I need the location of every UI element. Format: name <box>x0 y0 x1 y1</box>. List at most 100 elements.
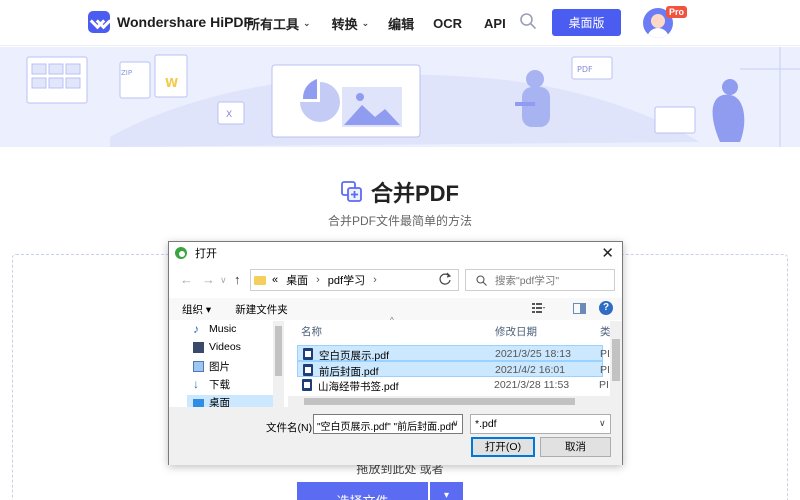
app-icon <box>175 247 187 259</box>
file-row[interactable]: 前后封面.pdf 2021/4/2 16:01 PI <box>297 361 610 378</box>
back-arrow-icon[interactable]: ← <box>180 272 193 287</box>
logo[interactable]: Wondershare HiPDF <box>88 11 252 33</box>
pdf-file-icon <box>302 379 312 391</box>
up-arrow-icon[interactable]: ↑ <box>234 272 241 287</box>
breadcrumb-desktop[interactable]: 桌面 <box>286 272 308 288</box>
pdf-file-icon <box>303 348 313 360</box>
chevron-down-icon[interactable]: ∨ <box>599 418 606 429</box>
main-nav: 所有工具 ⌄ 转换 ⌄ 编辑 OCR API <box>247 14 506 33</box>
banner-illustration: ZIP W X PDF <box>26 47 800 147</box>
music-icon: ♪ <box>193 321 199 336</box>
close-icon[interactable]: ✕ <box>601 244 614 262</box>
filetype-select[interactable]: *.pdf <box>470 414 611 434</box>
dialog-titlebar[interactable]: 打开 ✕ <box>169 242 622 264</box>
page-subtitle: 合并PDF文件最简单的方法 <box>327 214 472 228</box>
open-file-dialog: 打开 ✕ ← → ∨ ↑ « 桌面 › pdf学习 › 搜索"pdf学习" 组织… <box>168 241 623 465</box>
file-date: 2021/3/28 11:53 <box>494 379 570 391</box>
merge-icon <box>341 181 362 202</box>
nav-edit[interactable]: 编辑 <box>388 14 414 33</box>
chevron-down-icon[interactable]: ∨ <box>452 418 459 429</box>
nav-convert[interactable]: 转换 ⌄ <box>332 14 370 33</box>
svg-text:X: X <box>226 110 232 120</box>
view-options-icon[interactable] <box>532 302 546 314</box>
avatar-body <box>647 28 669 38</box>
nav-label: 编辑 <box>388 17 415 32</box>
nav-pane-item-videos[interactable]: Videos <box>193 341 241 353</box>
sort-caret-icon: ^ <box>390 316 394 325</box>
preview-pane-icon[interactable] <box>573 303 586 314</box>
pictures-icon <box>193 361 204 372</box>
desktop-version-button[interactable]: 桌面版 <box>552 9 621 36</box>
filename-label: 文件名(N): <box>266 422 315 434</box>
nav-label: API <box>484 16 506 31</box>
nav-api[interactable]: API <box>484 14 506 33</box>
nav-pane-label: Music <box>209 323 237 335</box>
nav-pane-scroll-thumb[interactable] <box>275 326 282 376</box>
nav-pane-label: 下载 <box>209 379 230 391</box>
file-row[interactable]: 空白页展示.pdf 2021/3/25 18:13 PI <box>297 345 610 362</box>
svg-text:W: W <box>165 76 178 90</box>
pdf-file-icon <box>303 364 313 376</box>
page-title-row: 合并PDF <box>0 176 800 208</box>
pro-badge: Pro <box>666 6 688 18</box>
refresh-icon[interactable] <box>436 271 454 287</box>
file-date: 2021/3/25 18:13 <box>495 348 571 360</box>
select-file-button[interactable]: 选择文件 <box>297 482 428 500</box>
nav-pane-item-pictures[interactable]: 图片 <box>193 359 230 374</box>
file-type: PI <box>600 364 610 376</box>
new-folder-button[interactable]: 新建文件夹 <box>235 302 288 317</box>
breadcrumb-prefix: « <box>272 274 279 286</box>
column-header-name[interactable]: 名称 <box>301 321 322 341</box>
file-list: ^ 名称 修改日期 类 空白页展示.pdf 2021/3/25 18:13 PI… <box>288 316 622 407</box>
logo-mark-icon <box>88 11 110 33</box>
file-date: 2021/4/2 16:01 <box>495 364 566 376</box>
filename-input[interactable]: "空白页展示.pdf" "前后封面.pdf" <box>313 414 463 434</box>
folder-search-input[interactable]: 搜索"pdf学习" <box>465 269 615 291</box>
file-list-vscroll-thumb[interactable] <box>612 339 620 381</box>
folder-icon <box>254 275 266 285</box>
file-row[interactable]: 山海经带书签.pdf 2021/3/28 11:53 PI <box>297 377 609 393</box>
search-placeholder: 搜索"pdf学习" <box>495 274 560 287</box>
nav-label: 转换 <box>331 17 358 32</box>
logo-text: Wondershare HiPDF <box>117 14 253 30</box>
svg-text:ZIP: ZIP <box>121 69 132 77</box>
file-list-hscroll-thumb[interactable] <box>304 398 575 405</box>
organize-menu[interactable]: 组织 ▾ <box>182 302 211 317</box>
page-title: 合并PDF <box>370 181 459 206</box>
breadcrumb-pdf-folder[interactable]: pdf学习 <box>328 272 365 288</box>
help-icon[interactable]: ? <box>599 301 613 315</box>
address-row: ← → ∨ ↑ « 桌面 › pdf学习 › 搜索"pdf学习" <box>169 267 622 293</box>
forward-arrow-icon[interactable]: → <box>202 272 215 287</box>
column-header-date[interactable]: 修改日期 <box>495 321 537 341</box>
desktop-icon <box>193 398 204 407</box>
file-name: 山海经带书签.pdf <box>318 381 399 393</box>
top-header: Wondershare HiPDF 所有工具 ⌄ 转换 ⌄ 编辑 OCR API… <box>0 0 800 46</box>
dialog-toolbar: 组织 ▾ 新建文件夹 ? <box>169 298 622 320</box>
chevron-down-icon: ⌄ <box>361 18 370 28</box>
nav-label: 所有工具 <box>247 17 300 32</box>
breadcrumb-separator: › <box>373 274 377 286</box>
avatar-face <box>651 14 665 28</box>
address-bar[interactable]: « 桌面 › pdf学习 › <box>250 269 459 291</box>
video-icon <box>193 341 204 353</box>
select-file-dropdown-button[interactable]: ▾ <box>430 482 463 500</box>
breadcrumb-separator: › <box>316 274 320 286</box>
cancel-button[interactable]: 取消 <box>540 437 611 457</box>
search-icon <box>476 274 487 286</box>
recent-dropdown-icon[interactable]: ∨ <box>220 275 227 286</box>
search-icon[interactable] <box>519 12 537 30</box>
file-type: PI <box>600 348 610 360</box>
chevron-down-icon: ⌄ <box>303 18 311 28</box>
svg-text:PDF: PDF <box>577 65 593 74</box>
nav-pane-item-downloads[interactable]: ↓ 下载 <box>193 377 230 392</box>
open-button[interactable]: 打开(O) <box>471 437 535 457</box>
dialog-title: 打开 <box>195 248 217 260</box>
column-header-type[interactable]: 类 <box>600 321 611 341</box>
download-icon: ↓ <box>193 377 199 391</box>
nav-label: OCR <box>433 16 463 31</box>
nav-pane-item-music[interactable]: ♪ Music <box>193 321 237 336</box>
nav-ocr[interactable]: OCR <box>433 14 462 33</box>
nav-all-tools[interactable]: 所有工具 ⌄ <box>247 14 311 33</box>
nav-pane-label: Videos <box>209 341 241 353</box>
file-type: PI <box>599 379 609 391</box>
